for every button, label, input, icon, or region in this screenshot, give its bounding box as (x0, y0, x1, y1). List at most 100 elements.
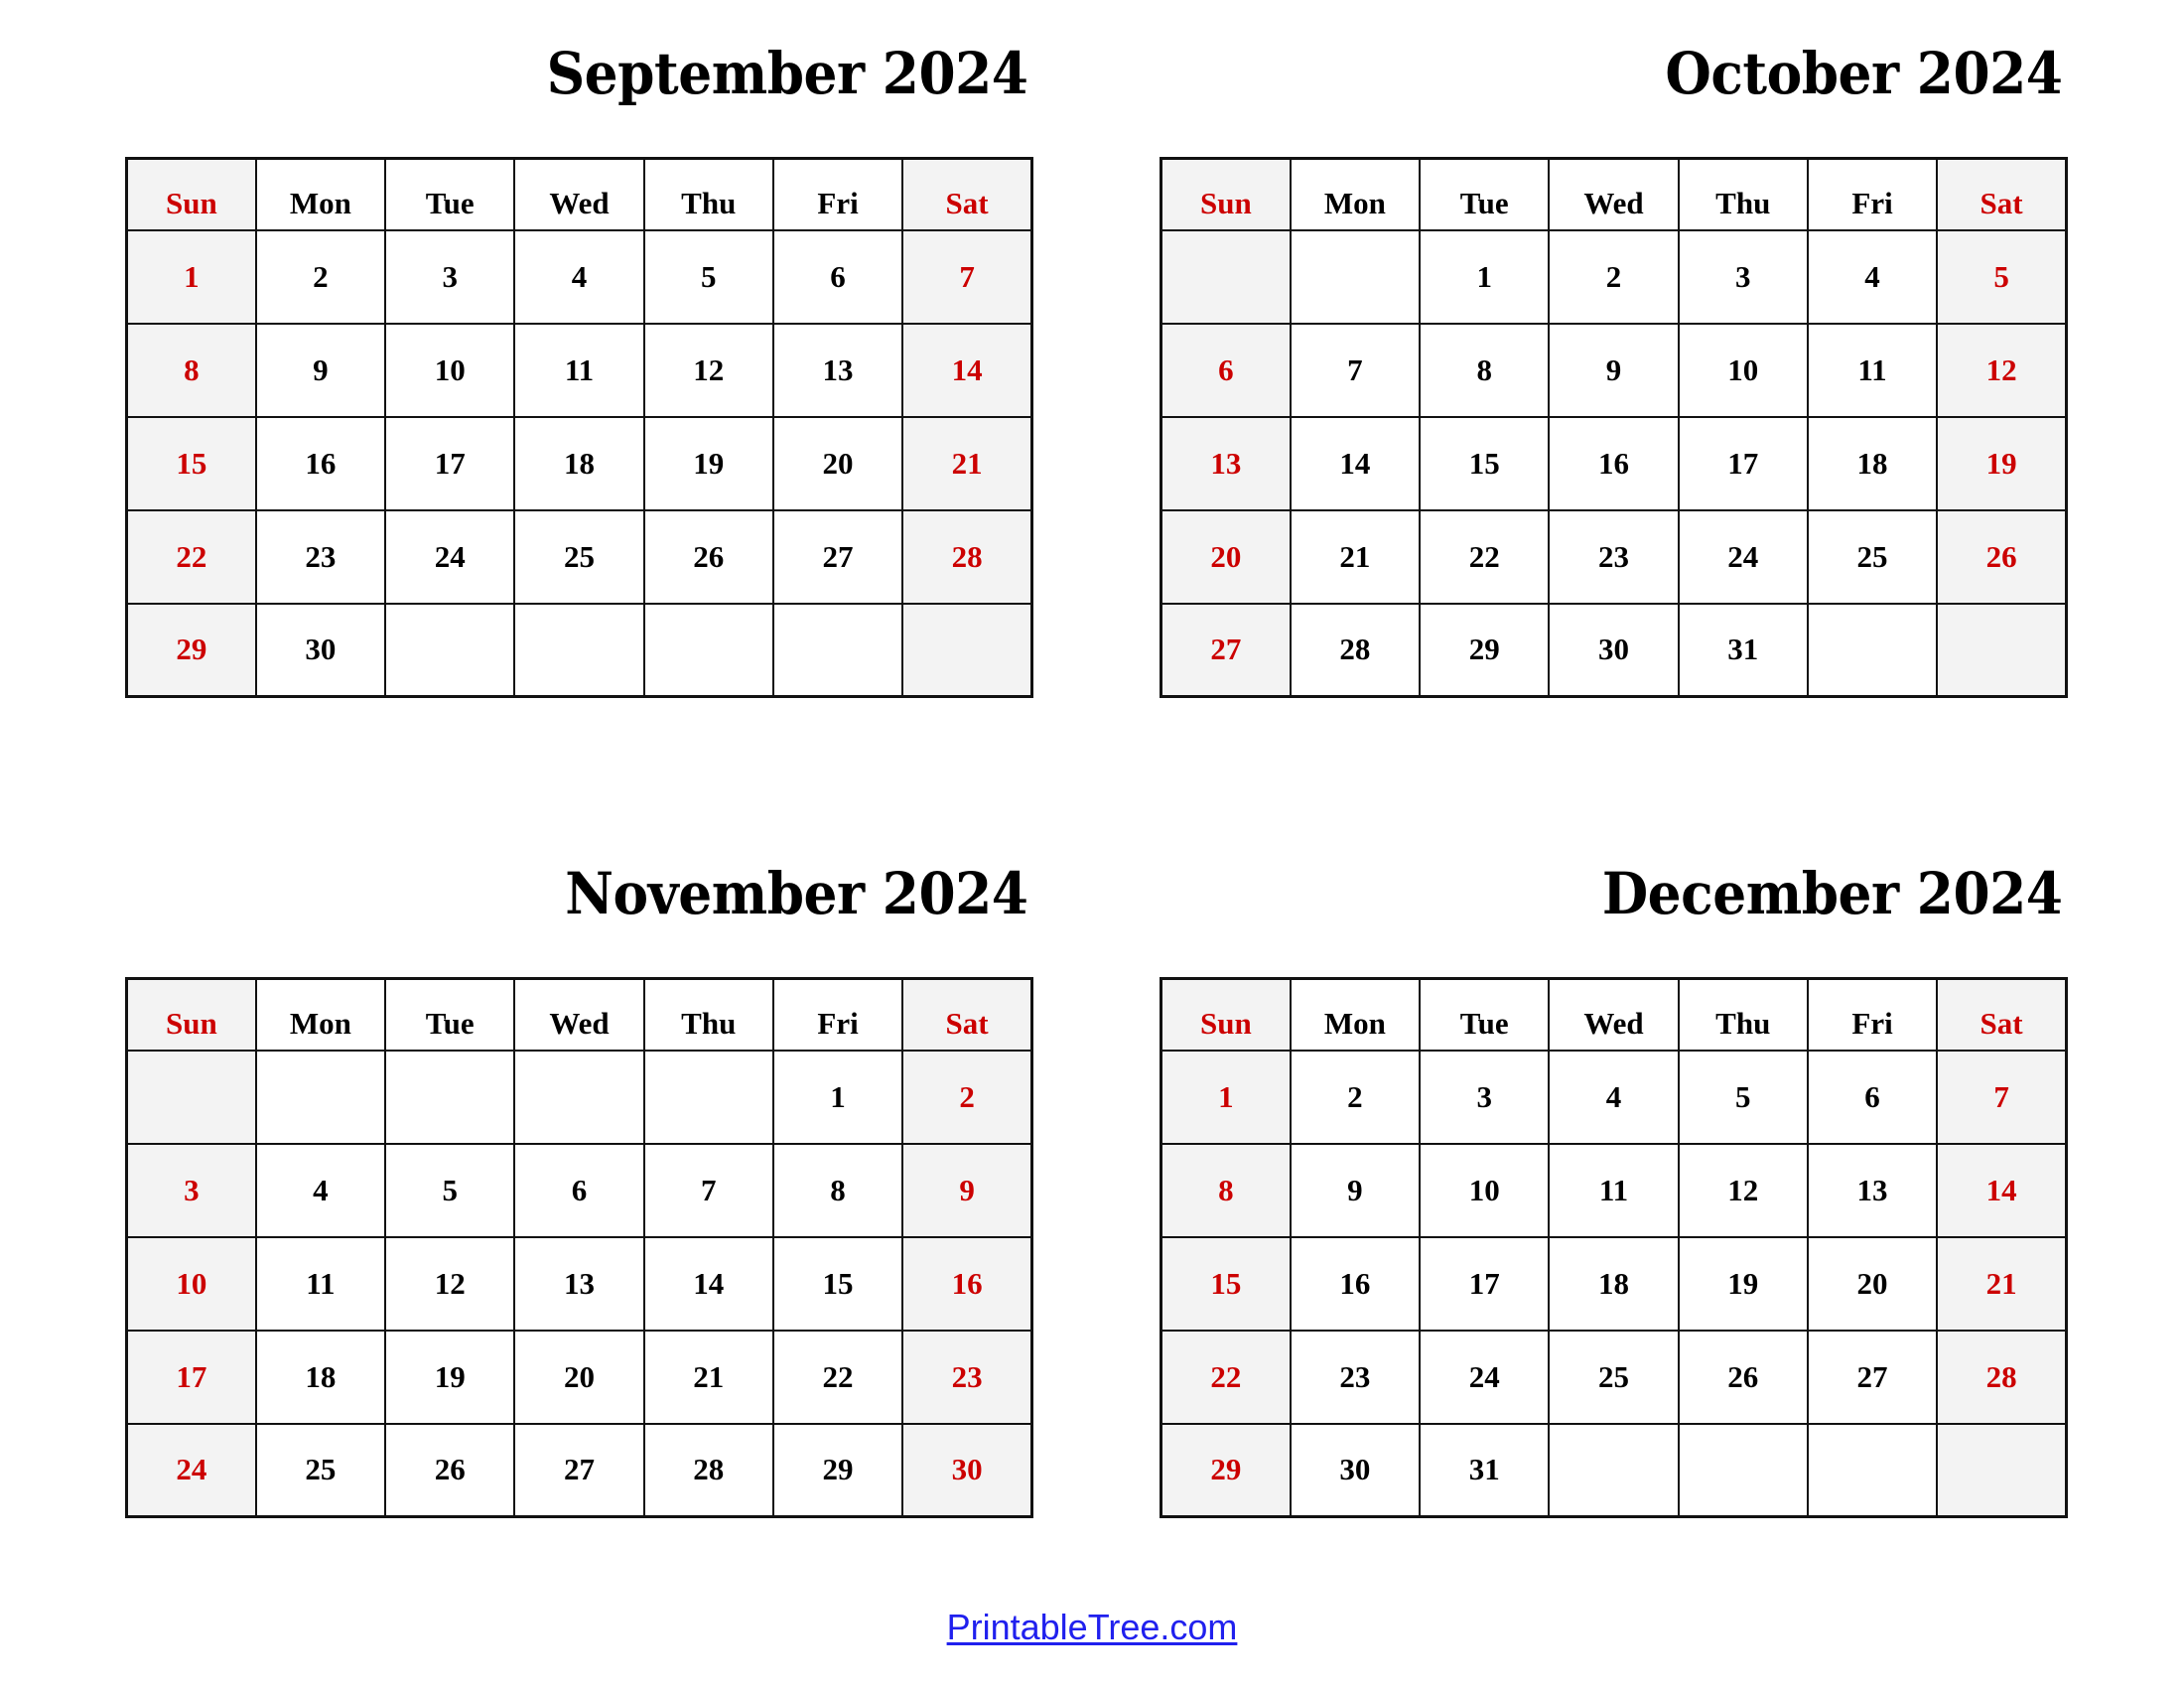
day-cell-december-1[interactable]: 1 (1160, 1049, 1292, 1145)
day-cell-november-17[interactable]: 17 (125, 1329, 257, 1425)
day-cell-october-2[interactable]: 2 (1548, 228, 1680, 325)
day-cell-september-23[interactable]: 23 (254, 508, 387, 605)
day-cell-november-2[interactable]: 2 (901, 1049, 1033, 1145)
day-cell-november-14[interactable]: 14 (642, 1235, 774, 1332)
day-cell-october-3[interactable]: 3 (1677, 228, 1809, 325)
day-cell-october-13[interactable]: 13 (1160, 415, 1292, 511)
day-cell-october-18[interactable]: 18 (1806, 415, 1939, 511)
day-cell-november-7[interactable]: 7 (642, 1142, 774, 1238)
day-cell-november-27[interactable]: 27 (513, 1422, 645, 1518)
day-cell-november-8[interactable]: 8 (771, 1142, 904, 1238)
day-cell-october-4[interactable]: 4 (1806, 228, 1939, 325)
day-cell-december-16[interactable]: 16 (1289, 1235, 1422, 1332)
day-cell-october-21[interactable]: 21 (1289, 508, 1422, 605)
day-cell-september-18[interactable]: 18 (513, 415, 645, 511)
day-cell-november-24[interactable]: 24 (125, 1422, 257, 1518)
day-cell-september-22[interactable]: 22 (125, 508, 257, 605)
day-cell-september-6[interactable]: 6 (771, 228, 904, 325)
day-cell-november-26[interactable]: 26 (384, 1422, 516, 1518)
day-cell-december-20[interactable]: 20 (1806, 1235, 1939, 1332)
day-cell-december-9[interactable]: 9 (1289, 1142, 1422, 1238)
day-cell-october-31[interactable]: 31 (1677, 602, 1809, 698)
day-cell-december-7[interactable]: 7 (1936, 1049, 2068, 1145)
day-cell-october-1[interactable]: 1 (1419, 228, 1551, 325)
day-cell-september-19[interactable]: 19 (642, 415, 774, 511)
day-cell-october-29[interactable]: 29 (1419, 602, 1551, 698)
day-cell-october-9[interactable]: 9 (1548, 322, 1680, 418)
day-cell-october-6[interactable]: 6 (1160, 322, 1292, 418)
day-cell-december-19[interactable]: 19 (1677, 1235, 1809, 1332)
day-cell-october-22[interactable]: 22 (1419, 508, 1551, 605)
day-cell-november-10[interactable]: 10 (125, 1235, 257, 1332)
day-cell-december-28[interactable]: 28 (1936, 1329, 2068, 1425)
day-cell-december-2[interactable]: 2 (1289, 1049, 1422, 1145)
day-cell-october-28[interactable]: 28 (1289, 602, 1422, 698)
day-cell-october-7[interactable]: 7 (1289, 322, 1422, 418)
day-cell-september-8[interactable]: 8 (125, 322, 257, 418)
day-cell-september-29[interactable]: 29 (125, 602, 257, 698)
day-cell-november-3[interactable]: 3 (125, 1142, 257, 1238)
day-cell-november-28[interactable]: 28 (642, 1422, 774, 1518)
day-cell-september-10[interactable]: 10 (384, 322, 516, 418)
day-cell-september-17[interactable]: 17 (384, 415, 516, 511)
day-cell-november-12[interactable]: 12 (384, 1235, 516, 1332)
day-cell-december-4[interactable]: 4 (1548, 1049, 1680, 1145)
day-cell-october-24[interactable]: 24 (1677, 508, 1809, 605)
day-cell-october-14[interactable]: 14 (1289, 415, 1422, 511)
day-cell-december-18[interactable]: 18 (1548, 1235, 1680, 1332)
day-cell-october-27[interactable]: 27 (1160, 602, 1292, 698)
day-cell-december-23[interactable]: 23 (1289, 1329, 1422, 1425)
day-cell-december-3[interactable]: 3 (1419, 1049, 1551, 1145)
day-cell-october-5[interactable]: 5 (1936, 228, 2068, 325)
day-cell-september-13[interactable]: 13 (771, 322, 904, 418)
day-cell-november-15[interactable]: 15 (771, 1235, 904, 1332)
day-cell-september-16[interactable]: 16 (254, 415, 387, 511)
day-cell-december-22[interactable]: 22 (1160, 1329, 1292, 1425)
day-cell-december-25[interactable]: 25 (1548, 1329, 1680, 1425)
day-cell-november-21[interactable]: 21 (642, 1329, 774, 1425)
day-cell-september-1[interactable]: 1 (125, 228, 257, 325)
day-cell-october-30[interactable]: 30 (1548, 602, 1680, 698)
day-cell-september-7[interactable]: 7 (901, 228, 1033, 325)
day-cell-september-11[interactable]: 11 (513, 322, 645, 418)
day-cell-september-21[interactable]: 21 (901, 415, 1033, 511)
day-cell-november-20[interactable]: 20 (513, 1329, 645, 1425)
day-cell-september-27[interactable]: 27 (771, 508, 904, 605)
day-cell-september-28[interactable]: 28 (901, 508, 1033, 605)
day-cell-december-8[interactable]: 8 (1160, 1142, 1292, 1238)
day-cell-september-3[interactable]: 3 (384, 228, 516, 325)
day-cell-october-12[interactable]: 12 (1936, 322, 2068, 418)
day-cell-november-19[interactable]: 19 (384, 1329, 516, 1425)
day-cell-december-5[interactable]: 5 (1677, 1049, 1809, 1145)
day-cell-september-9[interactable]: 9 (254, 322, 387, 418)
day-cell-september-5[interactable]: 5 (642, 228, 774, 325)
day-cell-november-25[interactable]: 25 (254, 1422, 387, 1518)
day-cell-december-21[interactable]: 21 (1936, 1235, 2068, 1332)
day-cell-november-9[interactable]: 9 (901, 1142, 1033, 1238)
day-cell-november-30[interactable]: 30 (901, 1422, 1033, 1518)
day-cell-december-29[interactable]: 29 (1160, 1422, 1292, 1518)
day-cell-december-13[interactable]: 13 (1806, 1142, 1939, 1238)
day-cell-september-2[interactable]: 2 (254, 228, 387, 325)
day-cell-november-16[interactable]: 16 (901, 1235, 1033, 1332)
day-cell-september-12[interactable]: 12 (642, 322, 774, 418)
day-cell-october-15[interactable]: 15 (1419, 415, 1551, 511)
day-cell-september-25[interactable]: 25 (513, 508, 645, 605)
day-cell-october-8[interactable]: 8 (1419, 322, 1551, 418)
day-cell-november-5[interactable]: 5 (384, 1142, 516, 1238)
day-cell-september-15[interactable]: 15 (125, 415, 257, 511)
day-cell-november-4[interactable]: 4 (254, 1142, 387, 1238)
day-cell-december-26[interactable]: 26 (1677, 1329, 1809, 1425)
day-cell-november-11[interactable]: 11 (254, 1235, 387, 1332)
day-cell-november-18[interactable]: 18 (254, 1329, 387, 1425)
day-cell-december-17[interactable]: 17 (1419, 1235, 1551, 1332)
day-cell-december-24[interactable]: 24 (1419, 1329, 1551, 1425)
day-cell-november-1[interactable]: 1 (771, 1049, 904, 1145)
day-cell-november-6[interactable]: 6 (513, 1142, 645, 1238)
printabletree-link[interactable]: PrintableTree.com (947, 1607, 1238, 1647)
day-cell-october-23[interactable]: 23 (1548, 508, 1680, 605)
day-cell-december-10[interactable]: 10 (1419, 1142, 1551, 1238)
day-cell-december-30[interactable]: 30 (1289, 1422, 1422, 1518)
day-cell-november-13[interactable]: 13 (513, 1235, 645, 1332)
day-cell-december-27[interactable]: 27 (1806, 1329, 1939, 1425)
